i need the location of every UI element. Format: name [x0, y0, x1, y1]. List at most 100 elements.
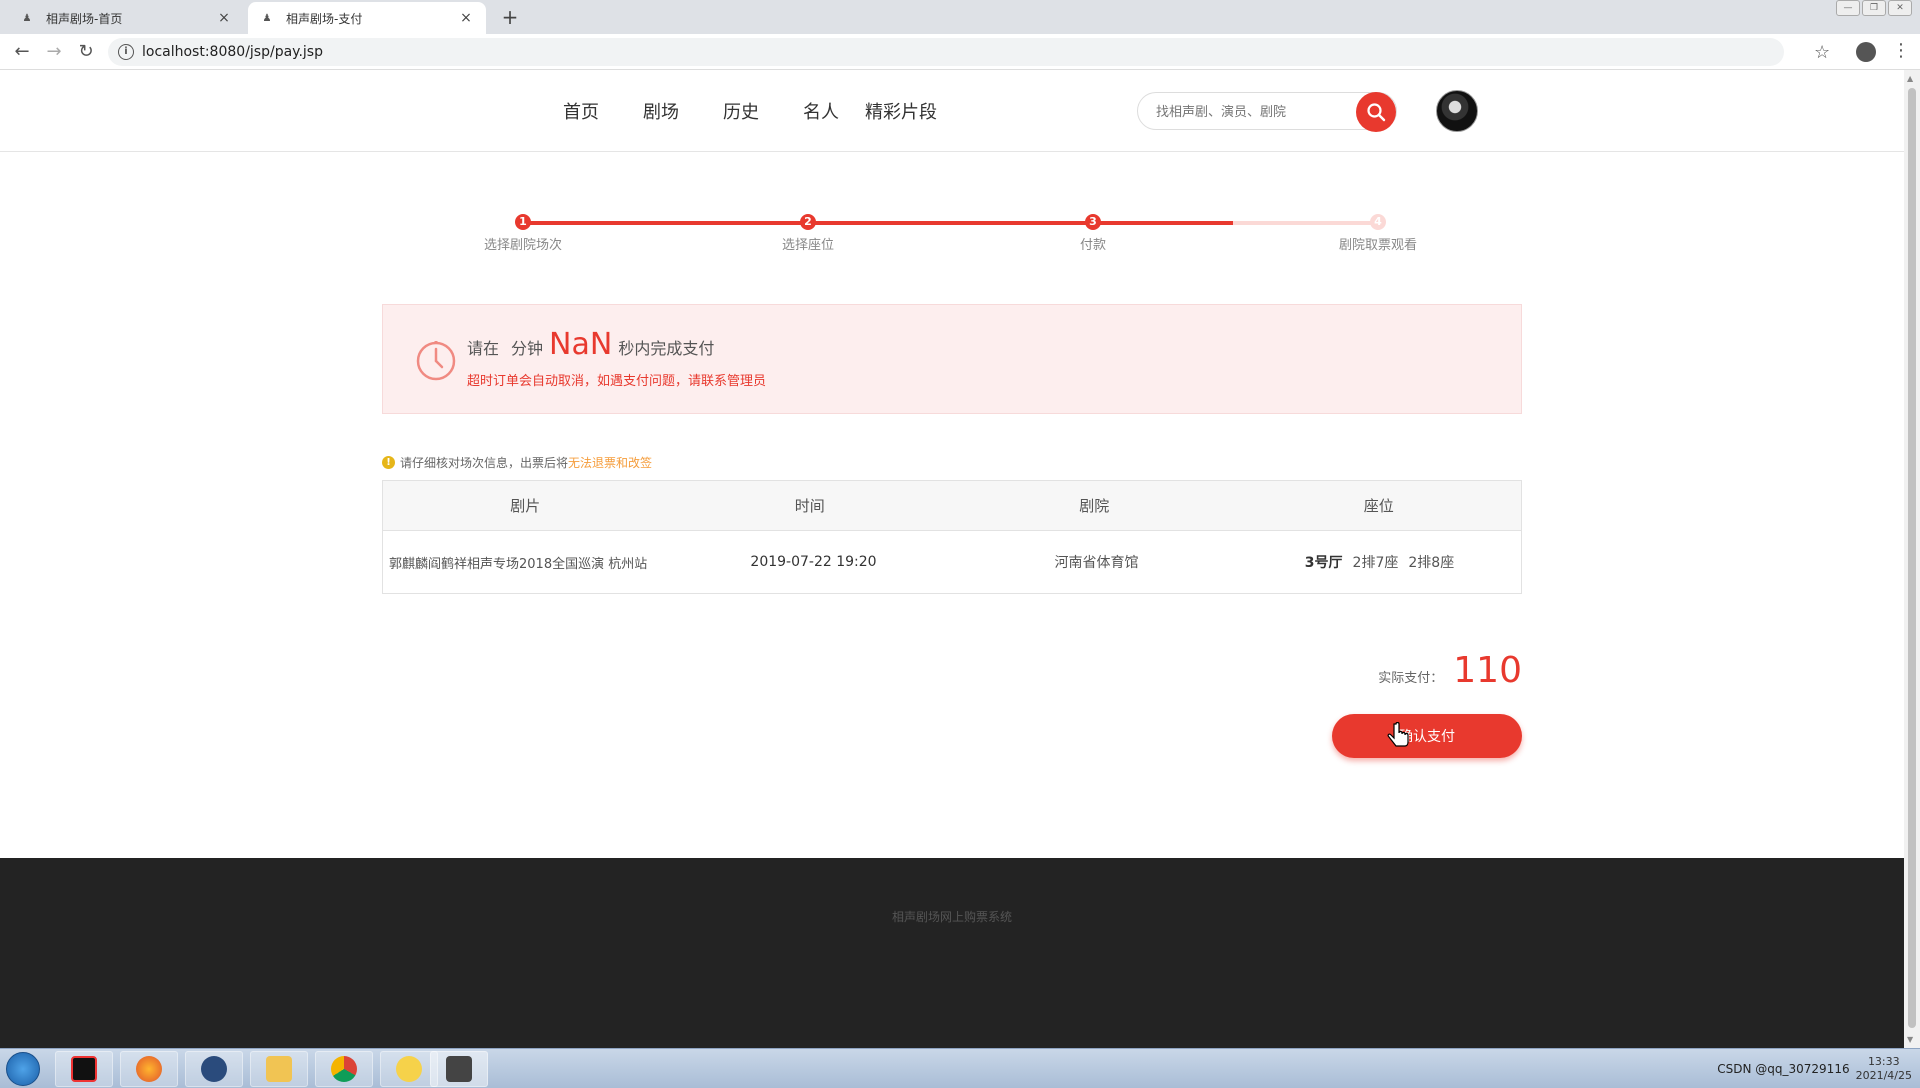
step-select-session: 1 选择剧院场次 [463, 214, 583, 253]
browser-tab-pay[interactable]: ♟ 相声剧场-支付 × [248, 2, 486, 34]
hint-highlight: 无法退票和改签 [568, 456, 653, 470]
start-button[interactable] [6, 1052, 40, 1086]
back-arrow-icon[interactable]: ← [12, 42, 32, 62]
countdown-seconds: NaN [549, 327, 613, 362]
step-number: 3 [1085, 214, 1101, 230]
scroll-down-icon[interactable]: ▼ [1907, 1035, 1913, 1044]
scrollbar-thumb[interactable] [1908, 88, 1916, 1028]
search-icon [1367, 103, 1386, 122]
step-label: 选择座位 [781, 238, 834, 253]
confirm-pay-button[interactable]: 确认支付 [1332, 714, 1522, 758]
scroll-up-icon[interactable]: ▲ [1907, 74, 1913, 83]
column-header-time: 时间 [794, 497, 825, 515]
taskbar-app-firefox[interactable] [120, 1051, 178, 1087]
site-footer: 相声剧场网上购票系统 [0, 858, 1904, 1048]
column-header-theater: 剧院 [1079, 497, 1110, 515]
hint-text: 请仔细核对场次信息，出票后将 [400, 456, 569, 470]
url-text: localhost:8080/jsp/pay.jsp [142, 44, 323, 60]
minimize-icon[interactable]: — [1836, 0, 1860, 16]
tool-icon [446, 1056, 472, 1082]
site-info-icon[interactable]: i [118, 44, 134, 60]
seat-label: 2排7座 [1352, 555, 1399, 571]
browser-tab-bar: ♟ 相声剧场-首页 × ♟ 相声剧场-支付 × + — ❐ ✕ [0, 0, 1920, 34]
os-taskbar: CSDN @qq_30729116 13:33 2021/4/25 [0, 1048, 1920, 1088]
hall-label: 3号厅 [1304, 555, 1343, 571]
step-label: 剧院取票观看 [1338, 238, 1417, 253]
taskbar-app-explorer[interactable] [250, 1051, 308, 1087]
forward-arrow-icon[interactable]: → [44, 42, 64, 62]
step-select-seat: 2 选择座位 [748, 214, 868, 253]
step-label: 付款 [1079, 238, 1106, 253]
address-bar[interactable]: i localhost:8080/jsp/pay.jsp [108, 38, 1784, 66]
cell-theater: 河南省体育馆 [1054, 555, 1139, 571]
site-header: 首页 剧场 历史 名人 精彩片段 [0, 70, 1904, 152]
order-progress-steps: 1 选择剧院场次 2 选择座位 3 付款 4 剧院取票观看 [475, 214, 1435, 274]
cell-seat: 3号厅 2排7座 2排8座 [1238, 531, 1521, 593]
countdown-text: 请在 分钟 NaN 秒内完成支付 [467, 327, 714, 362]
browser-menu-icon[interactable]: ⋮ [1892, 40, 1910, 61]
step-number: 2 [800, 214, 816, 230]
tab-close-icon[interactable]: × [216, 10, 232, 26]
browser-toolbar: ← → ↻ i localhost:8080/jsp/pay.jsp ☆ ⋮ [0, 34, 1920, 70]
chat-icon [396, 1056, 422, 1082]
nav-item-theater[interactable]: 剧场 [643, 98, 679, 124]
taskbar-app-launcher[interactable] [185, 1051, 243, 1087]
payment-countdown-notice: 请在 分钟 NaN 秒内完成支付 超时订单会自动取消，如遇支付问题，请联系管理员 [382, 304, 1522, 414]
rocket-icon [201, 1056, 227, 1082]
step-label: 选择剧院场次 [483, 238, 562, 253]
payment-label: 实际支付： [1378, 671, 1444, 686]
countdown-prefix: 请在 [467, 339, 500, 358]
search-button[interactable] [1356, 92, 1396, 132]
page-viewport: 首页 剧场 历史 名人 精彩片段 1 选择剧院场次 2 选择座位 [0, 70, 1904, 1048]
nav-item-history[interactable]: 历史 [723, 98, 759, 124]
taskbar-app-chrome[interactable] [315, 1051, 373, 1087]
user-avatar[interactable] [1436, 90, 1478, 132]
site-favicon-icon: ♟ [262, 12, 272, 24]
seat-label: 2排8座 [1408, 555, 1455, 571]
nav-item-celebrity[interactable]: 名人 [803, 98, 839, 124]
cell-time: 2019-07-22 19:20 [750, 554, 877, 570]
folder-icon [266, 1056, 292, 1082]
page-scrollbar[interactable]: ▲ ▼ [1904, 70, 1920, 1048]
tab-title: 相声剧场-支付 [286, 11, 363, 26]
tray-text: CSDN @qq_30729116 [1717, 1062, 1850, 1076]
profile-icon[interactable] [1856, 42, 1876, 62]
bookmark-star-icon[interactable]: ☆ [1814, 42, 1830, 63]
table-row: 郭麒麟阎鹤祥相声专场2018全国巡演 杭州站 2019-07-22 19:20 … [383, 531, 1521, 593]
order-table: 剧片 时间 剧院 座位 郭麒麟阎鹤祥相声专场2018全国巡演 杭州站 2019-… [382, 480, 1522, 594]
countdown-suffix: 秒内完成支付 [618, 339, 715, 358]
main-nav: 首页 剧场 历史 名人 精彩片段 [563, 98, 981, 124]
warning-icon: ! [382, 456, 395, 469]
step-number: 4 [1370, 214, 1386, 230]
timeout-warning: 超时订单会自动取消，如遇支付问题，请联系管理员 [467, 374, 767, 389]
countdown-minute-unit: 分钟 [511, 339, 544, 358]
footer-text: 相声剧场网上购票系统 [891, 910, 1012, 924]
table-header: 剧片 时间 剧院 座位 [383, 481, 1521, 531]
payment-amount: 110 [1453, 650, 1522, 691]
intellij-icon [71, 1056, 97, 1082]
nav-item-clips[interactable]: 精彩片段 [865, 98, 937, 124]
actual-payment: 实际支付： 110 [1378, 650, 1522, 691]
reload-icon[interactable]: ↻ [76, 42, 96, 62]
new-tab-button[interactable]: + [498, 6, 522, 30]
browser-tab-home[interactable]: ♟ 相声剧场-首页 × [8, 2, 244, 34]
step-pickup: 4 剧院取票观看 [1318, 214, 1438, 253]
chrome-icon [331, 1056, 357, 1082]
step-number: 1 [515, 214, 531, 230]
clock-icon [416, 341, 456, 381]
taskbar-app-tool[interactable] [430, 1051, 488, 1087]
column-header-seat: 座位 [1363, 497, 1394, 515]
tab-title: 相声剧场-首页 [46, 11, 123, 26]
tray-time: 13:33 [1867, 1055, 1900, 1068]
cell-movie: 郭麒麟阎鹤祥相声专场2018全国巡演 杭州站 [389, 556, 648, 572]
taskbar-app-intellij[interactable] [55, 1051, 113, 1087]
tray-clock[interactable]: 13:33 2021/4/25 [1856, 1055, 1912, 1083]
site-favicon-icon: ♟ [22, 12, 32, 24]
tab-close-icon[interactable]: × [458, 10, 474, 26]
restore-icon[interactable]: ❐ [1862, 0, 1886, 16]
search-input[interactable] [1156, 101, 1346, 123]
window-controls: — ❐ ✕ [1836, 0, 1912, 16]
close-window-icon[interactable]: ✕ [1888, 0, 1912, 16]
nav-item-home[interactable]: 首页 [563, 98, 599, 124]
column-header-movie: 剧片 [510, 497, 541, 515]
